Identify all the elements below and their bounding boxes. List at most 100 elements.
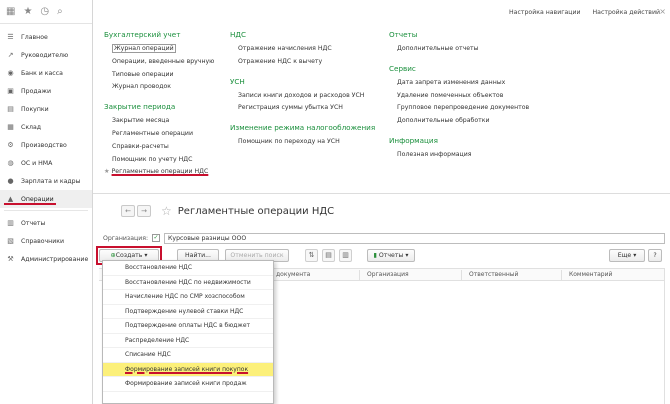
close-icon[interactable]: × [659,7,666,16]
help-button[interactable]: ? [648,249,662,262]
column-header-organization[interactable]: Организация [367,269,409,281]
organization-row: Организация: ✓ Курсовые разницы ООО [103,232,665,244]
sidebar-item-label: Банк и касса [21,69,63,77]
sidebar-item-label: ОС и НМА [21,159,53,167]
dropdown-item[interactable]: Восстановление НДС по недвижимости [103,276,273,290]
column-header-document[interactable]: документа [276,269,310,281]
sidebar-item-administration[interactable]: ⚒ Администрирование [0,250,92,268]
dropdown-item[interactable]: Списание НДС [103,348,273,363]
star-icon[interactable]: ★ [23,6,32,17]
link-additional-processing[interactable]: Дополнительные обработки [389,115,529,128]
sidebar-item-bank-cash[interactable]: ◉ Банк и касса [0,64,92,82]
sidebar-item-label: Главное [21,33,48,41]
link-vat-deduction[interactable]: Отражение НДС к вычету [230,56,375,69]
link-reference-calculations[interactable]: Справки-расчеты [104,141,214,154]
create-dropdown-menu: Восстановление НДС Восстановление НДС по … [102,260,274,404]
chevron-down-icon: ▾ [631,252,637,259]
action-settings-link[interactable]: Настройка действий [593,9,660,16]
more-button[interactable]: Еще ▾ [609,249,645,262]
reports-icon: ▮ [373,252,377,259]
back-arrow-icon[interactable]: ← [121,205,135,217]
sidebar-item-manager[interactable]: ↗ Руководителю [0,46,92,64]
manager-icon: ↗ [7,50,14,59]
nav-settings-link[interactable]: Настройка навигации [509,9,580,16]
dropdown-item[interactable]: Восстановление НДС [103,261,273,276]
dropdown-item[interactable]: Подтверждение оплаты НДС в бюджет [103,319,273,334]
link-typical-operations[interactable]: Типовые операции [104,69,214,82]
refresh-icon[interactable]: ⇅ [305,249,318,262]
link-manual-operations[interactable]: Операции, введенные вручную [104,56,214,69]
reports-button[interactable]: ▮ Отчеты ▾ [367,249,415,262]
sidebar-item-label: Производство [21,141,67,149]
top-nav: Настройка навигации Настройка действий [509,9,660,16]
group-title-reports: Отчеты [389,30,418,39]
link-vat-assistant[interactable]: Помощник по учету НДС [104,154,214,167]
purchases-icon: ▤ [7,104,14,113]
organization-field[interactable]: Курсовые разницы ООО [164,232,665,244]
link-journal-entries[interactable]: Журнал проводок [104,81,214,94]
organization-label: Организация: [103,234,149,242]
organization-checkbox[interactable]: ✓ [152,234,161,242]
sidebar-item-purchases[interactable]: ▤ Покупки [0,100,92,118]
link-usn-transition[interactable]: Помощник по переходу на УСН [230,136,375,149]
link-regulated-operations[interactable]: Регламентные операции [104,128,214,141]
column-reports-service: Отчеты Дополнительные отчеты Сервис Дата… [389,30,529,162]
sidebar-item-reports[interactable]: ▥ Отчеты [0,214,92,232]
reports-icon: ▥ [7,218,14,227]
link-useful-info[interactable]: Полезная информация [389,149,529,162]
dropdown-item[interactable]: Формирование записей книги продаж [103,377,273,392]
sidebar-toolbar: ▦ ★ ◷ ⌕ [0,0,92,24]
column-vat: НДС Отражение начисления НДС Отражение Н… [230,30,375,149]
dropdown-item[interactable]: Распределение НДС [103,334,273,348]
column-header-comment[interactable]: Комментарий [569,269,612,281]
main-icon: ☰ [7,32,14,41]
grid-icon[interactable]: ▦ [6,6,15,17]
bank-cash-icon: ◉ [7,68,14,77]
sidebar-item-fixed-assets[interactable]: ◍ ОС и НМА [0,154,92,172]
group-title-info: Информация [389,135,438,145]
sidebar-item-main[interactable]: ☰ Главное [0,28,92,46]
sidebar-item-production[interactable]: ⚙ Производство [0,136,92,154]
dropdown-item[interactable]: Начисление НДС по СМР хозспособом [103,290,273,305]
sidebar-item-label: Продажи [21,87,52,95]
history-icon[interactable]: ◷ [40,6,49,17]
sidebar-item-sales[interactable]: ▣ Продажи [0,82,92,100]
column-divider [561,270,562,281]
link-regulated-vat-operations[interactable]: ★ Регламентные операции НДС [104,166,214,179]
sidebar: ▦ ★ ◷ ⌕ ☰ Главное ↗ Руководителю ◉ Банк и кас… [0,0,93,404]
sidebar-item-label: Зарплата и кадры [21,177,81,185]
link-vat-accrual[interactable]: Отражение начисления НДС [230,43,375,56]
column-divider [359,270,360,281]
link-group-reposting[interactable]: Групповое перепроведение документов [389,102,529,115]
dropdown-item[interactable]: Подтверждение нулевой ставки НДС [103,305,273,319]
sidebar-item-operations[interactable]: ▲ Операции [0,190,92,208]
link-usn-book-records[interactable]: Записи книги доходов и расходов УСН [230,90,375,103]
forward-arrow-icon[interactable]: → [137,205,151,217]
production-icon: ⚙ [7,140,14,149]
column-header-responsible[interactable]: Ответственный [469,269,518,281]
sidebar-item-catalogs[interactable]: ▧ Справочники [0,232,92,250]
column-divider [461,270,462,281]
favorite-star-icon[interactable]: ★ [104,168,110,175]
group-title-tax-regime: Изменение режима налогообложения [230,123,376,133]
group-title-accounting: Бухгалтерский учет [104,30,181,39]
table-scrollbar[interactable] [664,269,670,404]
sidebar-separator [4,208,88,211]
link-additional-reports[interactable]: Дополнительные отчеты [389,43,529,56]
link-month-close[interactable]: Закрытие месяца [104,115,214,128]
link-edit-lock-date[interactable]: Дата запрета изменения данных [389,77,529,90]
link-delete-marked[interactable]: Удаление помеченных объектов [389,90,529,103]
section-panel: Бухгалтерский учет Журнал операций Опера… [104,30,664,190]
group-title-period-close: Закрытие периода [104,102,176,112]
list-icon[interactable]: ▤ [322,249,335,262]
group-title-service: Сервис [389,63,416,73]
favorite-star-icon[interactable]: ☆ [161,205,172,217]
link-usn-loss[interactable]: Регистрация суммы убытка УСН [230,102,375,115]
search-icon[interactable]: ⌕ [57,6,63,17]
sidebar-item-payroll[interactable]: ● Зарплата и кадры [0,172,92,190]
warehouse-icon: ▦ [7,122,14,131]
link-journal-operations[interactable]: Журнал операций [104,43,214,56]
dropdown-item[interactable]: Формирование записей книги покупок [103,362,273,377]
print-icon[interactable]: ▥ [339,249,352,262]
sidebar-item-warehouse[interactable]: ▦ Склад [0,118,92,136]
